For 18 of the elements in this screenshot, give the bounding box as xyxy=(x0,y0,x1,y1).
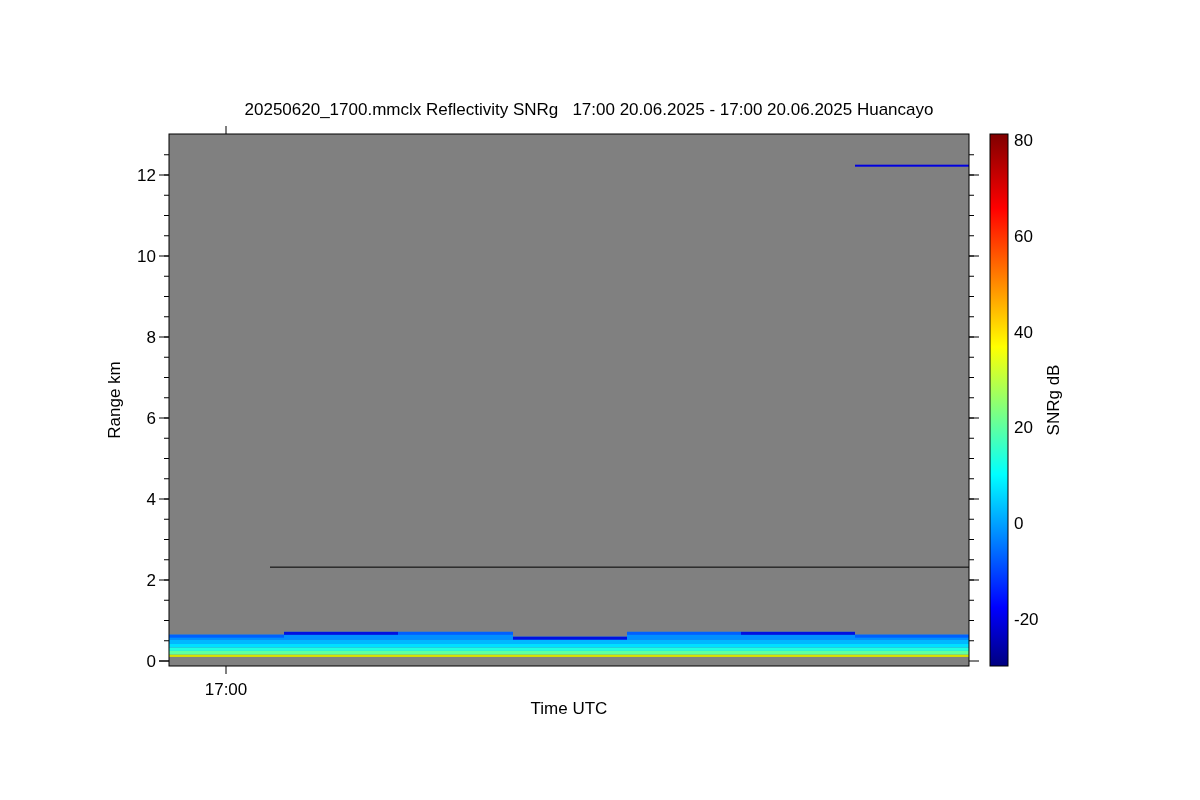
colorbar-tick-label: 20 xyxy=(1014,418,1033,438)
y-tick-label: 10 xyxy=(137,247,156,266)
y-tick-label: 12 xyxy=(137,166,156,185)
colorbar-tick-label: -20 xyxy=(1014,610,1039,629)
y-tick-label: 8 xyxy=(146,328,156,347)
colorbar-label: SNRg dB xyxy=(1044,364,1063,436)
x-axis-label: Time UTC xyxy=(530,699,608,718)
y-axis-label: Range km xyxy=(105,361,124,439)
plot-title: 20250620_1700.mmclx Reflectivity SNRg 17:00 20.06.2025 - 17:00 20.06.2025 Huancayo xyxy=(244,100,934,119)
colorbar-tick-label: 0 xyxy=(1014,514,1024,534)
y-tick-label: 2 xyxy=(146,571,156,590)
colorbar-tick-label: 40 xyxy=(1014,322,1033,342)
colorbar-tick-label: 60 xyxy=(1014,226,1033,246)
colorbar-tick-label: 80 xyxy=(1014,131,1033,150)
y-tick-label: 4 xyxy=(146,490,156,509)
y-tick-label: 0 xyxy=(146,652,156,671)
x-tick-label: 17:00 xyxy=(204,680,248,699)
y-tick-label: 6 xyxy=(146,409,156,428)
